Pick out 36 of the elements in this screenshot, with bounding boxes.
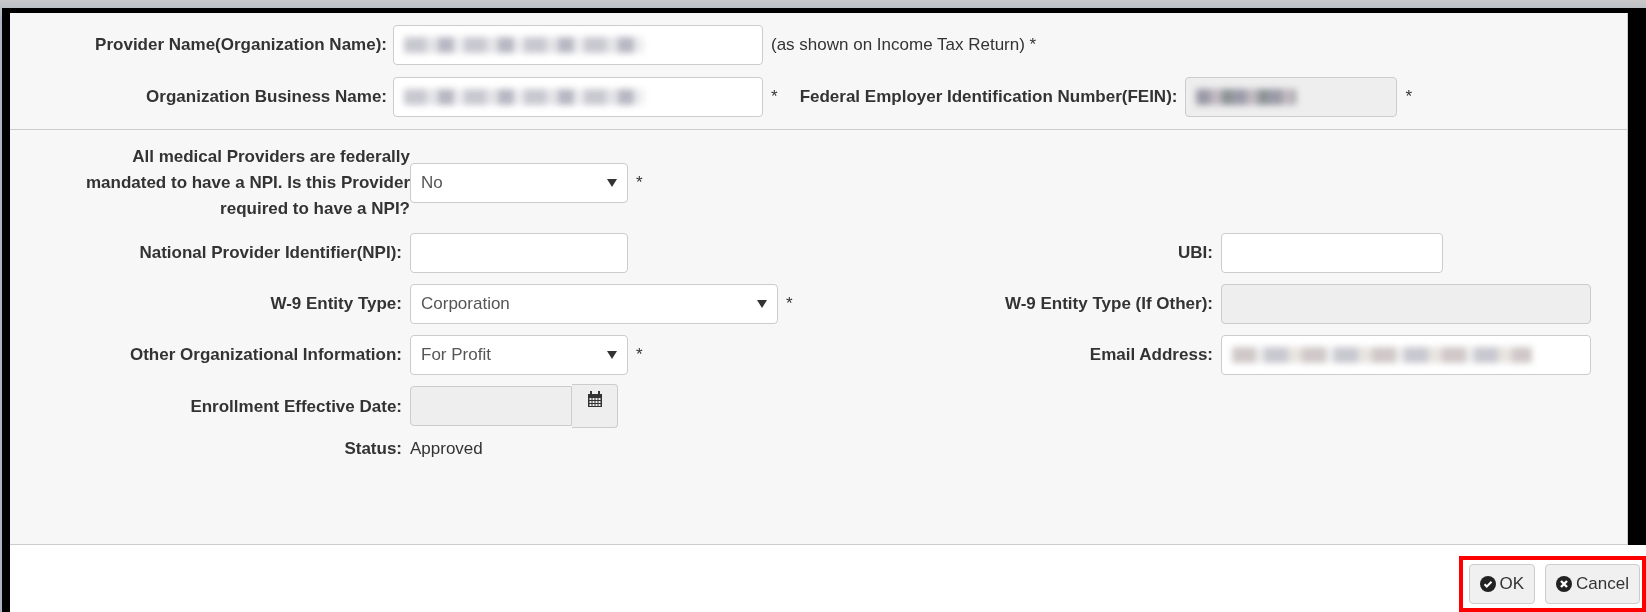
field-label: W-9 Entity Type (If Other): <box>1003 294 1213 314</box>
input-field[interactable] <box>1221 233 1443 273</box>
check-circle-icon <box>1479 576 1496 592</box>
field-label: W-9 Entity Type: <box>269 294 402 314</box>
field-note: * <box>771 87 778 107</box>
field-label: Email Address: <box>1088 345 1213 365</box>
calendar-icon <box>586 391 603 407</box>
ok-button[interactable]: OK <box>1468 564 1536 604</box>
input-field[interactable] <box>1221 335 1591 375</box>
required-mark: * <box>1405 87 1413 107</box>
input-field[interactable] <box>393 25 763 65</box>
required-mark: * <box>636 345 643 365</box>
required-mark: * <box>786 294 793 314</box>
input-field[interactable] <box>410 233 628 273</box>
cancel-button[interactable]: Cancel <box>1545 564 1640 604</box>
field-label: Enrollment Effective Date: <box>189 397 402 417</box>
calendar-button[interactable] <box>572 384 618 428</box>
caret-icon <box>757 300 767 308</box>
select-field[interactable]: No <box>410 163 628 203</box>
field-note: (as shown on Income Tax Return) * <box>771 35 1037 55</box>
field-label: Status: <box>343 439 402 459</box>
field-label: Provider Name(Organization Name): <box>94 35 387 55</box>
status-value: Approved <box>410 439 483 459</box>
close-circle-icon <box>1556 576 1573 592</box>
question-label: All medical Providers are federally mandated to have a NPI. Is this Provider required to have a NPI? <box>84 146 410 220</box>
select-field[interactable]: For Profit <box>410 335 628 375</box>
caret-icon <box>607 351 617 359</box>
field-label: Organization Business Name: <box>145 87 387 107</box>
input-field[interactable] <box>393 77 763 117</box>
field-label: Other Organizational Information: <box>129 345 402 365</box>
select-field[interactable]: Corporation <box>410 284 778 324</box>
field-label: UBI: <box>1177 243 1213 263</box>
required-mark: * <box>636 173 643 193</box>
field-label: National Provider Identifier(NPI): <box>138 243 402 263</box>
field-label: Federal Employer Identification Number(FEIN): <box>799 87 1178 107</box>
caret-icon <box>607 179 617 187</box>
